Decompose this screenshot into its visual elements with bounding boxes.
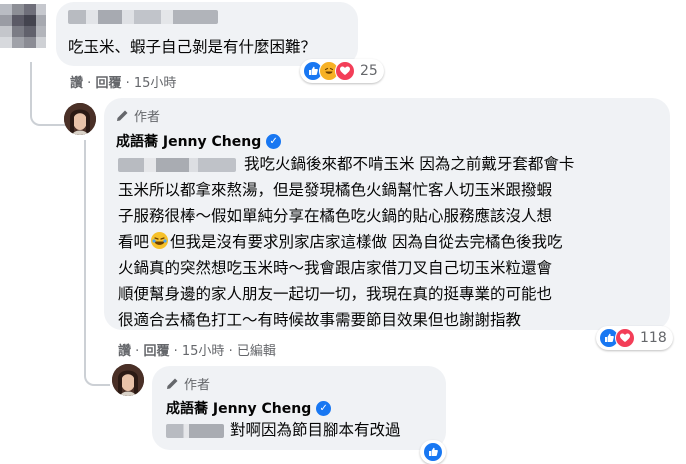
author-name[interactable]: 成語蕎 Jenny Cheng ✓ — [116, 131, 282, 151]
love-reaction-icon — [615, 328, 635, 348]
author-reply-bubble: 作者 成語蕎 Jenny Cheng ✓ 我吃火鍋後來都不啃玉米 因為之前戴牙套… — [104, 98, 670, 330]
comment-text: 吃玉米、蝦子自己剝是有什麼困難？ — [68, 38, 317, 56]
author-avatar[interactable] — [64, 103, 96, 135]
comment-actions: 讚 · 回覆 · 15小時 — [70, 76, 177, 91]
thread-line-3 — [84, 350, 110, 386]
author-reply-line-3: 子服務很棒～假如單純分享在橘色吃火鍋的貼心服務應該沒人想 — [118, 207, 553, 225]
author-reply-line-8: 很適合去橘色打工～有時候故事需要節目效果但也謝謝指教 — [118, 311, 522, 329]
commenter-avatar-pixelated[interactable] — [0, 4, 46, 48]
nested-author-avatar[interactable] — [112, 364, 144, 396]
author-reply-line-1: 我吃火鍋後來都不啃玉米 因為之前戴牙套都會卡 — [244, 155, 575, 173]
like-action[interactable]: 讚 — [70, 76, 83, 91]
nested-reply-text: 對啊因為節目腳本有改過 — [230, 421, 401, 439]
nested-reply-reaction[interactable] — [420, 440, 446, 464]
laughing-emoji-icon — [151, 232, 169, 249]
reply-action[interactable]: 回覆 — [95, 76, 121, 91]
pencil-icon — [167, 378, 178, 389]
thread-line-2 — [84, 140, 86, 368]
comment-bubble: 吃玉米、蝦子自己剝是有什麼困難？ — [56, 2, 358, 66]
verified-badge-icon: ✓ — [266, 133, 282, 149]
nested-reply-bubble: 作者 成語蕎 Jenny Cheng ✓ 對啊因為節目腳本有改過 — [152, 366, 446, 450]
comment-timestamp[interactable]: 15小時 — [134, 76, 177, 91]
author-reply-line-2: 玉米所以都拿來熬湯，但是發現橘色火鍋幫忙客人切玉米跟撥蝦 — [118, 181, 553, 199]
nested-author-name[interactable]: 成語蕎 Jenny Cheng ✓ — [166, 398, 332, 418]
mentioned-user-blurred[interactable] — [118, 158, 236, 172]
author-badge: 作者 — [116, 106, 160, 125]
pencil-icon — [117, 110, 128, 121]
comment-reactions[interactable]: 25 — [300, 59, 384, 83]
like-action[interactable]: 讚 — [118, 344, 131, 359]
author-reply-line-4: 看吧 但我是沒有要求別家店家這樣做 因為自從去完橘色後我吃 — [118, 232, 563, 251]
reaction-count: 25 — [360, 63, 378, 79]
author-badge: 作者 — [166, 374, 210, 393]
author-reply-actions: 讚 · 回覆 · 15小時 · 已編輯 — [118, 344, 276, 359]
reply-timestamp[interactable]: 15小時 — [182, 344, 225, 359]
mentioned-user-blurred[interactable] — [166, 424, 224, 438]
author-reply-line-6: 火鍋真的突然想吃玉米時～我會跟店家借刀叉自己切玉米粒還會 — [118, 259, 553, 277]
edited-label[interactable]: 已編輯 — [237, 344, 276, 359]
reaction-count: 118 — [640, 330, 667, 346]
author-reply-line-7: 順便幫身邊的家人朋友一起切一切，我現在真的挺專業的可能也 — [118, 285, 553, 303]
author-reply-reactions[interactable]: 118 — [596, 326, 673, 350]
like-reaction-icon — [423, 442, 443, 462]
verified-badge-icon: ✓ — [316, 400, 332, 416]
love-reaction-icon — [335, 61, 355, 81]
commenter-name-blurred[interactable] — [68, 10, 218, 24]
reply-action[interactable]: 回覆 — [143, 344, 169, 359]
